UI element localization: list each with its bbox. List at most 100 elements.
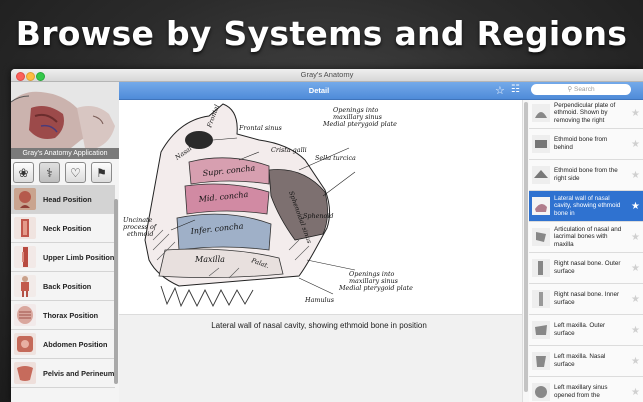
figure-list-item[interactable]: Perpendicular plate of ethmoid. Shown by… [529,100,643,129]
region-item-head[interactable]: Head Position [11,185,115,214]
figure-list-label: Perpendicular plate of ethmoid. Shown by… [554,101,616,124]
region-item-neck[interactable]: Neck Position [11,214,115,243]
window-title: Gray's Anatomy [300,70,354,79]
figure-list-item[interactable]: Left maxillary sinus opened from the ★ [529,377,643,402]
bookmarks-icon[interactable]: ☷ [511,84,520,95]
app-label: Gray's Anatomy Application [11,148,119,159]
label-crista-galli: Crista galli [271,146,307,154]
region-item-label: Upper Limb Position [43,252,115,262]
figure-list-label: Articulation of nasal and lacrimal bones… [554,225,622,248]
region-list: Head Position Neck Position Upper Limb P… [11,185,117,402]
figure-thumbnail-icon [532,135,550,153]
sidebar: Gray's Anatomy Application ❀ ⚕ ♡ ⚑ Head … [11,82,120,402]
figure-list-label: Lateral wall of nasal cavity, showing et… [554,194,621,217]
bookmark-tab[interactable]: ⚑ [91,162,112,183]
head-dissection-illustration [11,82,119,148]
app-header-image: Gray's Anatomy Application [11,82,119,159]
search-placeholder: Search [573,86,595,93]
figure-thumbnail-icon [532,259,550,277]
star-icon[interactable]: ★ [631,232,640,243]
headline: Browse by Systems and Regions [15,14,628,53]
star-icon[interactable]: ☆ [495,84,505,97]
star-icon[interactable]: ★ [631,201,640,212]
thorax-thumbnail-icon [14,304,36,326]
region-item-pelvis[interactable]: Pelvis and Perineum [11,359,115,388]
star-icon[interactable]: ★ [631,325,640,336]
brain-tab[interactable]: ❀ [13,162,34,183]
figure-list: Perpendicular plate of ethmoid. Shown by… [529,100,643,402]
figure-thumbnail-icon [532,321,550,339]
nasal-cavity-illustration: Frontal sinus Crista galli Openings into… [123,103,413,308]
detail-toolbar: Detail ☆ ☷ [119,82,529,100]
star-icon[interactable]: ★ [631,387,640,398]
figure-list-item[interactable]: Articulation of nasal and lacrimal bones… [529,222,643,253]
heart-tab[interactable]: ♡ [65,162,86,183]
detail-title: Detail [308,85,330,95]
figure-thumbnail-icon [532,197,550,215]
figure-list-label: Ethmoid bone from behind [554,136,608,151]
back-thumbnail-icon [14,275,36,297]
heart-icon: ♡ [70,165,81,180]
detail-scrollbar[interactable] [522,100,529,402]
region-item-label: Neck Position [43,223,92,233]
category-tabs: ❀ ⚕ ♡ ⚑ [13,162,117,183]
pelvis-thumbnail-icon [14,362,36,384]
figure-list-item[interactable]: Left maxilla. Outer surface ★ [529,315,643,346]
figure-list-item[interactable]: Right nasal bone. Inner surface ★ [529,284,643,315]
region-item-label: Thorax Position [43,310,99,320]
figure-caption: Lateral wall of nasal cavity, showing et… [211,321,427,330]
figure-list-label: Left maxilla. Nasal surface [554,353,606,368]
region-item-back[interactable]: Back Position [11,272,115,301]
upper-limb-thumbnail-icon [14,246,36,268]
brain-icon: ❀ [18,165,29,180]
body-systems-tab[interactable]: ⚕ [39,162,60,183]
detail-scrollbar-thumb[interactable] [524,102,528,392]
figure-thumbnail-icon [532,228,550,246]
figure-list-label: Right nasal bone. Outer surface [554,260,621,275]
star-icon[interactable]: ★ [631,263,640,274]
caption-panel: Lateral wall of nasal cavity, showing et… [119,314,529,402]
region-item-abdomen[interactable]: Abdomen Position [11,330,115,359]
head-thumbnail-icon [14,188,36,210]
label-maxilla: Maxilla [194,255,225,264]
star-icon[interactable]: ★ [631,356,640,367]
figure-thumbnail-icon [532,104,550,122]
figure-list-label: Right nasal bone. Inner surface [554,291,620,306]
title-bar: Gray's Anatomy [11,69,643,82]
figure-list-item[interactable]: Left maxilla. Nasal surface ★ [529,346,643,377]
region-item-label: Head Position [43,194,92,204]
figure-list-item[interactable]: Right nasal bone. Outer surface ★ [529,253,643,284]
figure-list-label: Left maxillary sinus opened from the [554,384,608,399]
search-icon: ⚲ [567,86,574,93]
search-input[interactable]: ⚲ Search [531,84,631,95]
app-window: Gray's Anatomy Gray's Anatomy Applicatio… [11,69,643,402]
bookmark-icon: ⚑ [96,165,107,180]
figure-list-item[interactable]: Ethmoid bone from behind ★ [529,129,643,160]
region-item-label: Pelvis and Perineum [43,368,115,378]
figure-thumbnail-icon [532,352,550,370]
label-frontal-sinus: Frontal sinus [238,124,282,132]
region-item-label: Abdomen Position [43,339,108,349]
figure-list-label: Left maxilla. Outer surface [554,322,606,337]
star-icon[interactable]: ★ [631,170,640,181]
figure-thumbnail-icon [532,290,550,308]
sidebar-scrollbar[interactable] [114,199,118,384]
figure-list-item[interactable]: Ethmoid bone from the right side ★ [529,160,643,191]
star-icon[interactable]: ★ [631,139,640,150]
figure-list-item-selected[interactable]: Lateral wall of nasal cavity, showing et… [529,191,643,222]
star-icon[interactable]: ★ [631,294,640,305]
region-item-label: Back Position [43,281,92,291]
region-item-thorax[interactable]: Thorax Position [11,301,115,330]
label-openings-top-3: Medial pterygoid plate [322,120,397,128]
neck-thumbnail-icon [14,217,36,239]
figure-viewer[interactable]: Frontal sinus Crista galli Openings into… [119,100,529,314]
region-item-upper-limb[interactable]: Upper Limb Position [11,243,115,272]
abdomen-thumbnail-icon [14,333,36,355]
figure-thumbnail-icon [532,383,550,401]
star-icon[interactable]: ★ [631,108,640,119]
body-systems-icon: ⚕ [46,165,53,180]
label-uncinate-3: ethmoid [127,230,154,238]
label-hamulus: Hamulus [304,296,335,304]
figure-thumbnail-icon [532,166,550,184]
label-openings-bot-3: Medial pterygoid plate [338,284,413,292]
